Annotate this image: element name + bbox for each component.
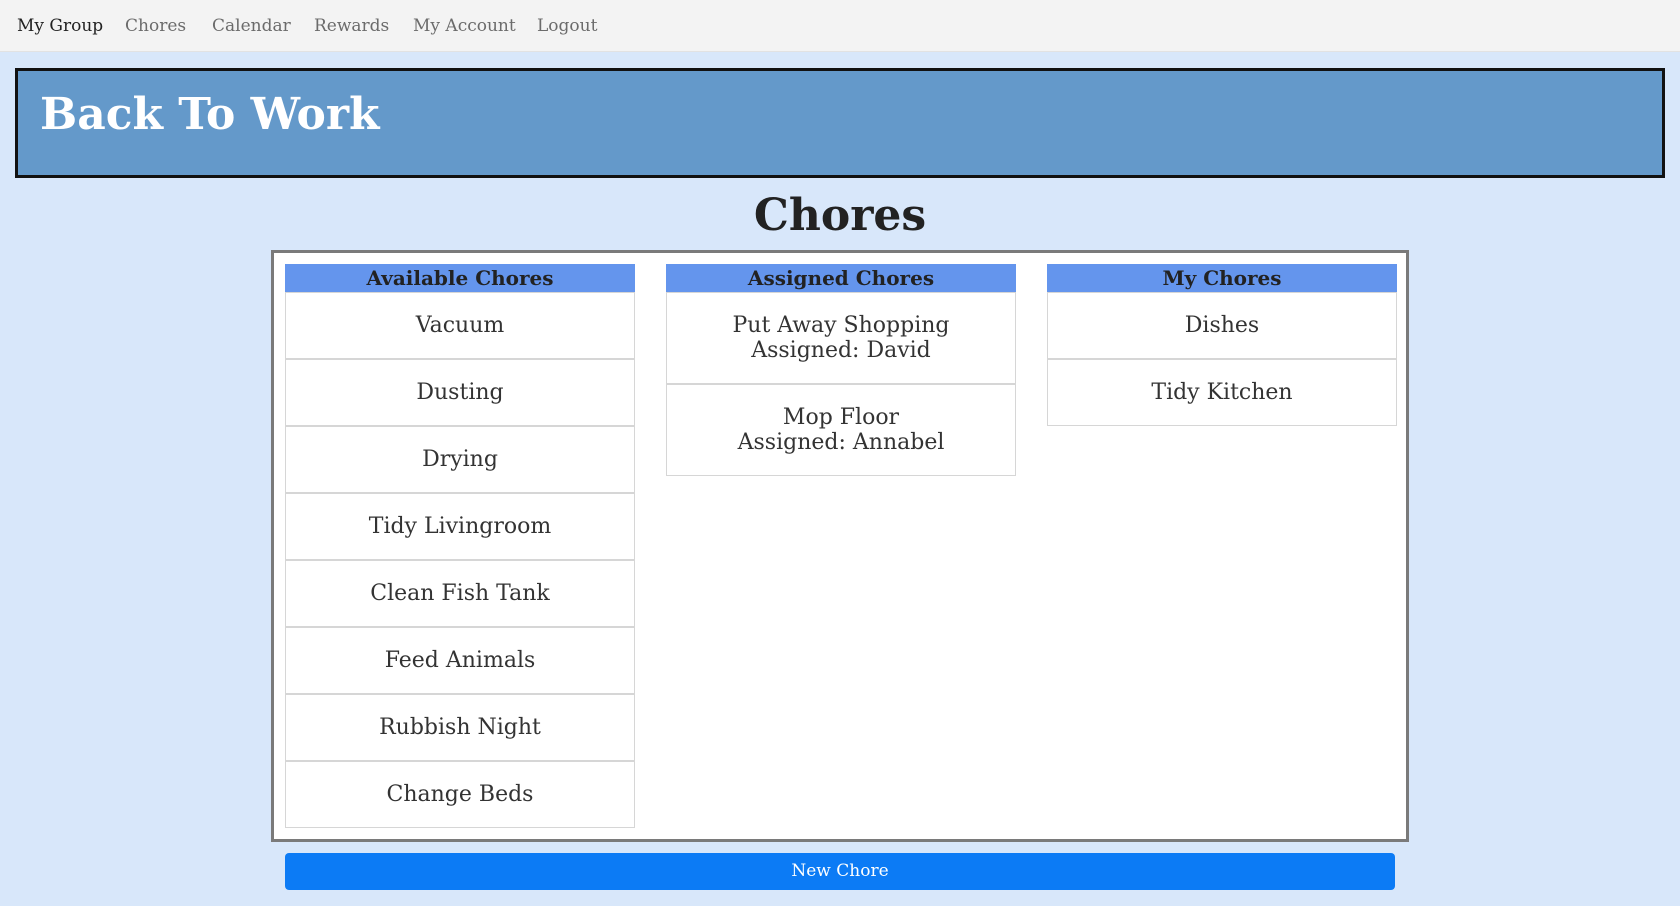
chore-card[interactable]: Rubbish Night <box>285 694 635 761</box>
chore-name: Change Beds <box>386 782 534 807</box>
available-chores-column: Available Chores Vacuum Dusting Drying T… <box>285 264 635 828</box>
chore-card[interactable]: Dusting <box>285 359 635 426</box>
chore-card[interactable]: Dishes <box>1047 292 1397 359</box>
column-header: Available Chores <box>285 264 635 292</box>
nav-rewards[interactable]: Rewards <box>314 16 389 36</box>
chore-card[interactable]: Mop Floor Assigned: Annabel <box>666 384 1016 476</box>
chore-name: Dusting <box>416 380 504 405</box>
nav-chores[interactable]: Chores <box>125 16 186 36</box>
chore-assignee: Assigned: Annabel <box>737 430 945 455</box>
nav-logout[interactable]: Logout <box>537 16 597 36</box>
chore-board: Available Chores Vacuum Dusting Drying T… <box>271 250 1409 842</box>
chore-card[interactable]: Drying <box>285 426 635 493</box>
group-title: Back To Work <box>40 89 380 140</box>
chore-name: Vacuum <box>415 313 505 338</box>
chore-name: Feed Animals <box>384 648 536 673</box>
chore-name: Put Away Shopping <box>732 313 950 338</box>
chore-name: Clean Fish Tank <box>370 581 550 606</box>
chore-card[interactable]: Vacuum <box>285 292 635 359</box>
chore-card[interactable]: Clean Fish Tank <box>285 560 635 627</box>
column-header: Assigned Chores <box>666 264 1016 292</box>
top-navbar: My Group Chores Calendar Rewards My Acco… <box>0 0 1680 52</box>
new-chore-button[interactable]: New Chore <box>285 853 1395 890</box>
group-banner: Back To Work <box>15 68 1665 178</box>
chore-assignee: Assigned: David <box>751 338 931 363</box>
nav-my-group[interactable]: My Group <box>17 16 103 36</box>
chore-card[interactable]: Tidy Livingroom <box>285 493 635 560</box>
chore-card[interactable]: Tidy Kitchen <box>1047 359 1397 426</box>
column-header: My Chores <box>1047 264 1397 292</box>
chore-name: Drying <box>422 447 498 472</box>
chore-name: Rubbish Night <box>379 715 541 740</box>
page-title: Chores <box>753 190 927 241</box>
chore-card[interactable]: Change Beds <box>285 761 635 828</box>
chore-name: Mop Floor <box>782 405 900 430</box>
chore-name: Tidy Kitchen <box>1151 380 1293 405</box>
nav-my-account[interactable]: My Account <box>413 16 516 36</box>
assigned-chores-column: Assigned Chores Put Away Shopping Assign… <box>666 264 1016 476</box>
chore-card[interactable]: Feed Animals <box>285 627 635 694</box>
chore-name: Tidy Livingroom <box>368 514 552 539</box>
chore-card[interactable]: Put Away Shopping Assigned: David <box>666 292 1016 384</box>
chore-name: Dishes <box>1184 313 1260 338</box>
my-chores-column: My Chores Dishes Tidy Kitchen <box>1047 264 1397 426</box>
nav-calendar[interactable]: Calendar <box>212 16 291 36</box>
